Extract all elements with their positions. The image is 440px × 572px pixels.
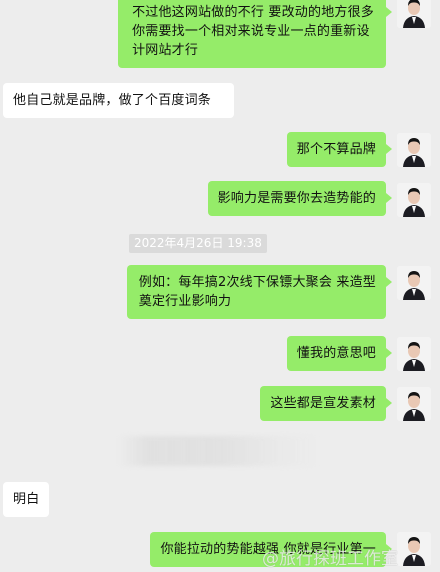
- message-text: 明白: [13, 492, 40, 507]
- avatar[interactable]: [397, 387, 431, 421]
- message-text: 计网站才行: [132, 43, 199, 58]
- message-bubble-outgoing[interactable]: 影响力是需要你去造势能的: [207, 181, 393, 216]
- message-text: 你需要找一个相对来说专业一点的重新设: [132, 24, 370, 39]
- message-bubble-outgoing[interactable]: 这些都是宣发素材: [260, 386, 392, 421]
- message-bubble-outgoing[interactable]: 懂我的意思吧: [286, 336, 393, 371]
- message-text: 例如：每年搞2次线下保镖大聚会 来造型: [138, 275, 376, 290]
- message-text: 不过他这网站做的不行 要改动的地方很多: [132, 5, 374, 20]
- watermark: @旅行探班工作室: [262, 549, 398, 569]
- message-bubble-incoming[interactable]: 明白: [3, 482, 50, 517]
- message-bubble-outgoing[interactable]: 例如：每年搞2次线下保镖大聚会 来造型 奠定行业影响力: [126, 265, 393, 319]
- message-text: 影响力是需要你去造势能的: [217, 191, 376, 206]
- message-bubble-outgoing[interactable]: 那个不算品牌: [286, 132, 393, 167]
- avatar[interactable]: [397, 0, 431, 28]
- avatar[interactable]: [397, 183, 431, 217]
- avatar[interactable]: [397, 532, 431, 566]
- message-text: 这些都是宣发素材: [270, 396, 376, 411]
- timestamp: 2022年4月26日 19:38: [129, 234, 267, 253]
- message-bubble-outgoing[interactable]: 不过他这网站做的不行 要改动的地方很多 你需要找一个相对来说专业一点的重新设 计…: [118, 0, 392, 68]
- message-bubble-incoming[interactable]: 他自己就是品牌，做了个百度词条: [3, 83, 234, 118]
- avatar[interactable]: [397, 266, 431, 300]
- message-text: 那个不算品牌: [296, 142, 376, 157]
- message-text: 奠定行业影响力: [138, 294, 232, 309]
- message-text: 懂我的意思吧: [296, 346, 376, 361]
- blurred-region: [118, 436, 318, 466]
- avatar[interactable]: [397, 133, 431, 167]
- avatar[interactable]: [397, 337, 431, 371]
- message-text: 他自己就是品牌，做了个百度词条: [13, 93, 212, 108]
